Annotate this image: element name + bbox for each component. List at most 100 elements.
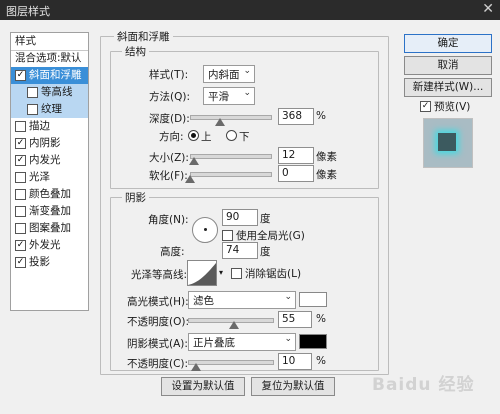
style-item-label: 颜色叠加 [29,188,71,200]
direction-down-label: 下 [239,131,250,143]
size-unit: 像素 [316,151,337,163]
style-item-checkbox[interactable] [27,104,38,115]
shadow-color-swatch[interactable] [299,334,327,349]
style-list-item[interactable]: ✓ 斜面和浮雕 [11,67,88,84]
style-list-item[interactable]: 颜色叠加 [11,186,88,203]
style-item-checkbox[interactable]: ✓ [15,138,26,149]
style-item-checkbox[interactable] [15,223,26,234]
watermark: Baidu 经验 [372,375,475,395]
depth-slider-thumb[interactable] [214,118,225,126]
style-item-label: 纹理 [41,103,62,115]
style-list-item[interactable]: 图案叠加 [11,220,88,237]
shadow-opacity-label: 不透明度(C): [127,358,189,370]
size-input[interactable]: 12 [278,147,314,164]
structure-title: 结构 [122,44,149,59]
gloss-contour-picker[interactable] [187,260,217,286]
size-slider-thumb[interactable] [189,157,199,165]
depth-slider[interactable] [190,115,272,120]
angle-dial[interactable] [192,217,218,243]
chevron-down-icon: ⌄ [243,88,251,98]
soften-slider[interactable] [190,172,272,177]
altitude-value: 74 [226,244,240,256]
style-list-item[interactable]: 混合选项:默认 [11,50,88,67]
style-item-label: 等高线 [41,86,73,98]
styles-list: 样式 混合选项:默认 ✓ 斜面和浮雕 等高线 纹理 描边 ✓ 内阴影 ✓ 内发光 光泽 颜色叠加 渐变叠… [10,32,89,311]
style-item-checkbox[interactable] [15,121,26,132]
ok-button[interactable]: 确定 [404,34,492,53]
preview-checkbox[interactable]: ✓ [420,101,431,112]
style-item-checkbox[interactable] [27,87,38,98]
style-list-item[interactable]: ✓ 外发光 [11,237,88,254]
shadow-mode-value: 正片叠底 [193,337,235,349]
style-item-checkbox[interactable]: ✓ [15,240,26,251]
style-item-label: 内发光 [29,154,61,166]
highlight-opacity-input[interactable]: 55 [278,311,312,328]
style-list-item[interactable]: ✓ 内阴影 [11,135,88,152]
highlight-mode-label: 高光模式(H): [127,296,189,308]
direction-up-label: 上 [201,131,212,143]
shadow-opacity-slider-thumb[interactable] [191,363,202,371]
style-item-checkbox[interactable] [15,189,26,200]
bevel-emboss-title: 斜面和浮雕 [114,29,173,44]
direction-down-radio[interactable] [226,130,237,141]
highlight-mode-dropdown[interactable]: 滤色 ⌄ [188,291,296,309]
style-list-item[interactable]: 等高线 [11,84,88,101]
highlight-opacity-value: 55 [282,313,296,325]
style-list-item[interactable]: 描边 [11,118,88,135]
soften-slider-thumb[interactable] [185,175,195,183]
style-item-label: 描边 [29,120,50,132]
global-light-checkbox[interactable] [222,230,233,241]
shadow-mode-label: 阴影模式(A): [127,338,188,350]
new-style-button[interactable]: 新建样式(W)... [404,78,492,97]
highlight-mode-value: 滤色 [193,295,214,307]
highlight-opacity-slider-thumb[interactable] [229,321,240,329]
preview-label: 预览(V) [434,101,471,113]
style-item-checkbox[interactable] [15,172,26,183]
shadow-opacity-input[interactable]: 10 [278,353,312,370]
style-dropdown[interactable]: 内斜面 ⌄ [203,65,255,83]
antialias-checkbox[interactable] [231,268,242,279]
technique-dropdown-value: 平滑 [208,91,229,103]
depth-input[interactable]: 368 [278,108,314,125]
make-default-button[interactable]: 设置为默认值 [161,377,245,396]
soften-input[interactable]: 0 [278,165,314,182]
title-bar: 图层样式 ✕ [0,0,500,20]
contour-arrow-icon[interactable]: ▾ [219,268,223,277]
chevron-down-icon: ⌄ [243,66,251,76]
soften-value: 0 [282,167,289,179]
angle-unit: 度 [260,213,271,225]
styles-list-header-label: 样式 [15,35,36,47]
style-list-item[interactable]: 纹理 [11,101,88,118]
technique-dropdown[interactable]: 平滑 ⌄ [203,87,255,105]
style-list-item[interactable]: ✓ 内发光 [11,152,88,169]
depth-value: 368 [282,110,303,122]
altitude-input[interactable]: 74 [222,242,258,259]
direction-up-radio[interactable] [188,130,199,141]
depth-label: 深度(D): [149,113,190,125]
style-item-label: 外发光 [29,239,61,251]
style-list-item[interactable]: 渐变叠加 [11,203,88,220]
chevron-down-icon: ⌄ [284,334,292,344]
style-item-checkbox[interactable]: ✓ [15,257,26,268]
contour-curve-icon [188,261,216,285]
style-item-checkbox[interactable]: ✓ [15,70,26,81]
reset-default-button[interactable]: 复位为默认值 [251,377,335,396]
highlight-opacity-unit: % [316,313,326,325]
shadow-mode-dropdown[interactable]: 正片叠底 ⌄ [188,333,296,351]
style-item-label: 斜面和浮雕 [29,69,82,81]
size-slider[interactable] [190,154,272,159]
style-item-checkbox[interactable] [15,206,26,217]
angle-input[interactable]: 90 [222,209,258,226]
antialias-label: 消除锯齿(L) [245,268,302,280]
layer-style-dialog: 样式 混合选项:默认 ✓ 斜面和浮雕 等高线 纹理 描边 ✓ 内阴影 ✓ 内发光 光泽 颜色叠加 渐变叠… [0,20,500,414]
style-item-checkbox[interactable]: ✓ [15,155,26,166]
cancel-button[interactable]: 取消 [404,56,492,75]
style-list-item[interactable]: ✓ 投影 [11,254,88,271]
highlight-opacity-label: 不透明度(O): [127,316,189,328]
shading-title: 阴影 [122,190,149,205]
close-icon[interactable]: ✕ [482,1,494,17]
style-list-item[interactable]: 光泽 [11,169,88,186]
highlight-color-swatch[interactable] [299,292,327,307]
global-light-label: 使用全局光(G) [236,230,305,242]
angle-value: 90 [226,211,240,223]
